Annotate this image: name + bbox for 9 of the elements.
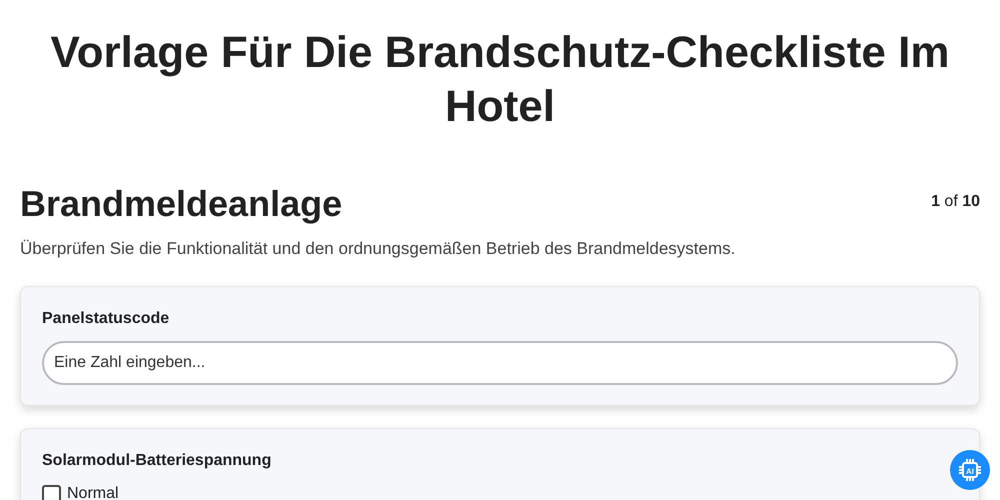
page-counter: 1 of 10: [931, 192, 980, 212]
section-description: Überprüfen Sie die Funktionalität und den ordnungsgemäßen Betrieb des Brandmeldesystems.: [20, 238, 736, 260]
checkbox[interactable]: [42, 484, 61, 500]
number-input-field[interactable]: Eine Zahl eingeben...: [42, 340, 958, 384]
checkbox-option[interactable]: Normal: [42, 482, 119, 500]
question-label: Solarmodul-Batteriespannung: [42, 450, 272, 470]
section-heading: Brandmeldeanlage: [20, 182, 342, 226]
page-title: Vorlage Für Die Brandschutz-Checkliste Im Hotel: [50, 27, 950, 133]
question-label: Panelstatuscode: [42, 308, 170, 328]
